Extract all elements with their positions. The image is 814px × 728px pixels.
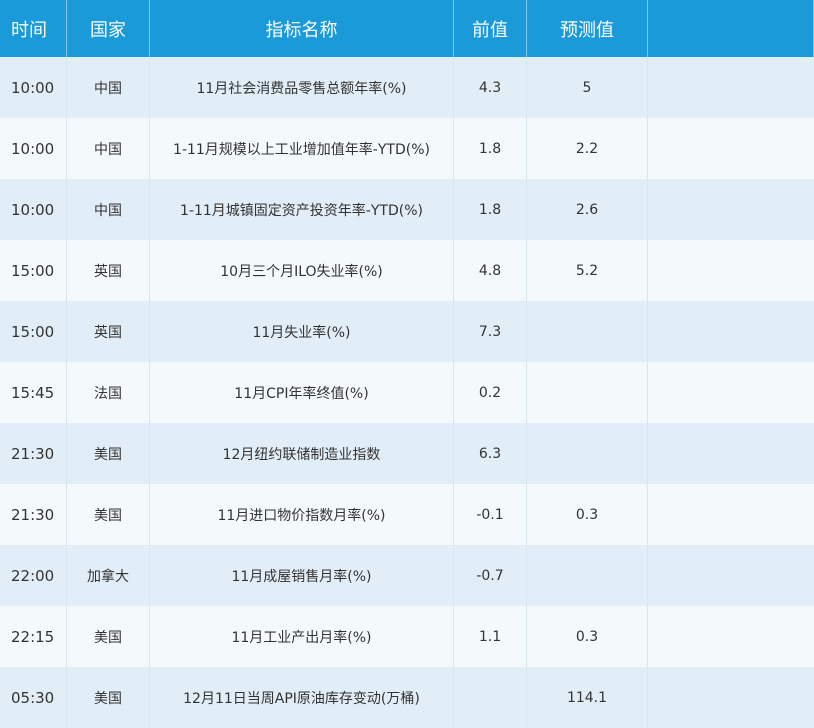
cell-extra (648, 667, 814, 728)
cell-forecast: 2.6 (527, 179, 648, 240)
cell-extra (648, 484, 814, 545)
cell-previous: -0.7 (454, 545, 527, 606)
cell-country: 英国 (67, 301, 150, 362)
cell-time: 10:00 (0, 118, 67, 179)
cell-extra (648, 301, 814, 362)
header-previous: 前值 (454, 0, 527, 57)
cell-indicator: 10月三个月ILO失业率(%) (150, 240, 454, 301)
cell-extra (648, 240, 814, 301)
cell-indicator: 12月纽约联储制造业指数 (150, 423, 454, 484)
header-forecast: 预测值 (527, 0, 648, 57)
cell-country: 美国 (67, 484, 150, 545)
cell-forecast (527, 301, 648, 362)
cell-forecast (527, 423, 648, 484)
cell-extra (648, 545, 814, 606)
cell-previous: 7.3 (454, 301, 527, 362)
cell-forecast: 5 (527, 57, 648, 118)
economic-calendar-table: 时间 国家 指标名称 前值 预测值 10:00 中国 11月社会消费品零售总额年… (0, 0, 814, 728)
cell-indicator: 11月成屋销售月率(%) (150, 545, 454, 606)
cell-time: 22:00 (0, 545, 67, 606)
cell-indicator: 11月工业产出月率(%) (150, 606, 454, 667)
cell-time: 05:30 (0, 667, 67, 728)
cell-indicator: 11月CPI年率终值(%) (150, 362, 454, 423)
cell-extra (648, 118, 814, 179)
cell-forecast (527, 362, 648, 423)
cell-country: 美国 (67, 423, 150, 484)
cell-indicator: 11月进口物价指数月率(%) (150, 484, 454, 545)
cell-forecast (527, 545, 648, 606)
cell-country: 美国 (67, 667, 150, 728)
cell-time: 10:00 (0, 179, 67, 240)
header-time: 时间 (0, 0, 67, 57)
cell-country: 加拿大 (67, 545, 150, 606)
cell-extra (648, 362, 814, 423)
cell-time: 10:00 (0, 57, 67, 118)
cell-time: 15:00 (0, 301, 67, 362)
cell-time: 21:30 (0, 423, 67, 484)
cell-previous: 1.8 (454, 179, 527, 240)
cell-country: 中国 (67, 179, 150, 240)
cell-country: 法国 (67, 362, 150, 423)
cell-time: 21:30 (0, 484, 67, 545)
header-indicator: 指标名称 (150, 0, 454, 57)
cell-country: 中国 (67, 118, 150, 179)
cell-previous: 6.3 (454, 423, 527, 484)
cell-time: 22:15 (0, 606, 67, 667)
cell-forecast: 114.1 (527, 667, 648, 728)
cell-previous: 1.8 (454, 118, 527, 179)
cell-extra (648, 57, 814, 118)
header-extra (648, 0, 814, 57)
cell-extra (648, 606, 814, 667)
cell-previous: -0.1 (454, 484, 527, 545)
cell-time: 15:00 (0, 240, 67, 301)
cell-indicator: 1-11月规模以上工业增加值年率-YTD(%) (150, 118, 454, 179)
cell-previous: 4.8 (454, 240, 527, 301)
cell-indicator: 11月社会消费品零售总额年率(%) (150, 57, 454, 118)
cell-extra (648, 179, 814, 240)
cell-country: 美国 (67, 606, 150, 667)
cell-time: 15:45 (0, 362, 67, 423)
cell-forecast: 0.3 (527, 484, 648, 545)
cell-previous (454, 667, 527, 728)
cell-forecast: 0.3 (527, 606, 648, 667)
cell-country: 英国 (67, 240, 150, 301)
cell-indicator: 11月失业率(%) (150, 301, 454, 362)
cell-extra (648, 423, 814, 484)
cell-forecast: 2.2 (527, 118, 648, 179)
cell-indicator: 1-11月城镇固定资产投资年率-YTD(%) (150, 179, 454, 240)
header-country: 国家 (67, 0, 150, 57)
cell-country: 中国 (67, 57, 150, 118)
cell-previous: 1.1 (454, 606, 527, 667)
cell-previous: 0.2 (454, 362, 527, 423)
cell-forecast: 5.2 (527, 240, 648, 301)
cell-previous: 4.3 (454, 57, 527, 118)
cell-indicator: 12月11日当周API原油库存变动(万桶) (150, 667, 454, 728)
